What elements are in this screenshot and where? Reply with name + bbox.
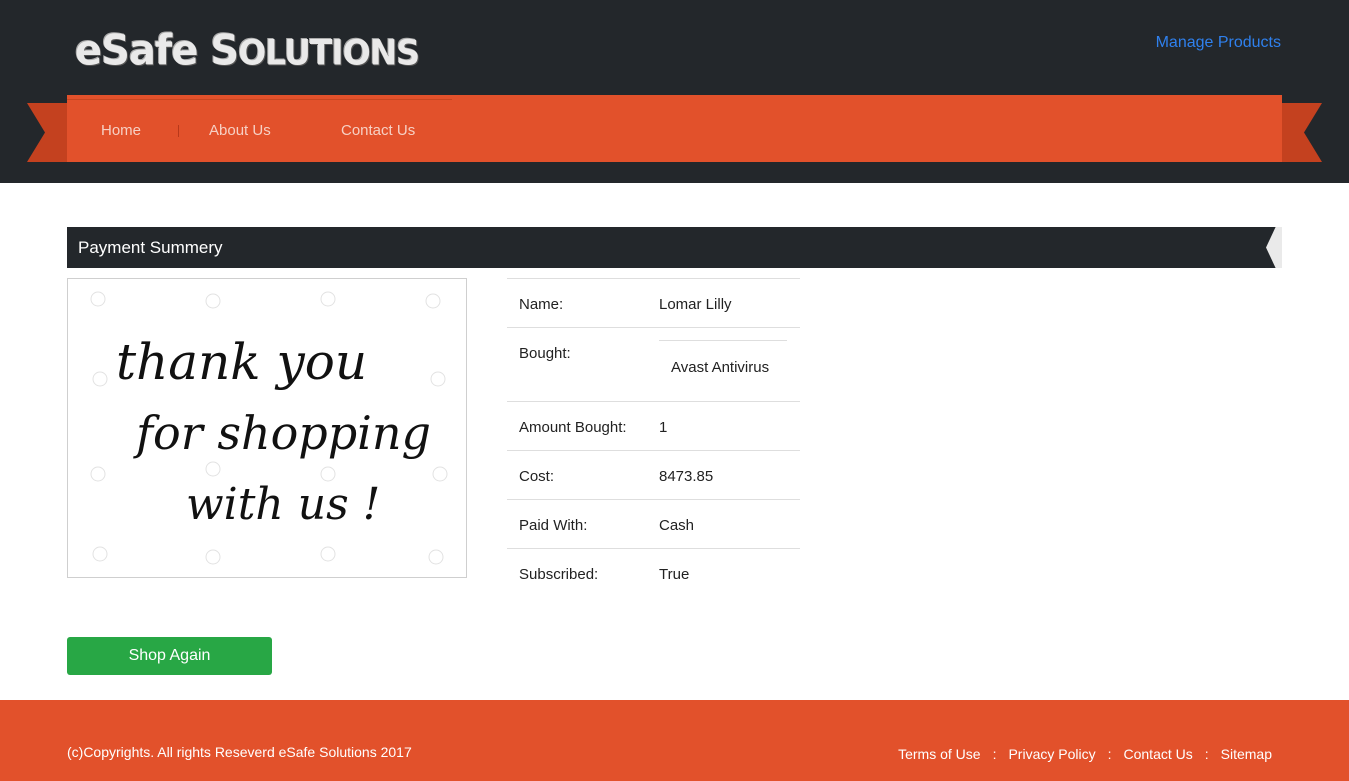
section-heading: Payment Summery: [67, 227, 1282, 268]
heading-notch: [1266, 227, 1282, 268]
manage-products-link[interactable]: Manage Products: [1156, 34, 1281, 52]
site-header: eSafe SOLUTIONS Manage Products Home Abo…: [0, 0, 1349, 183]
detail-label: Cost:: [519, 468, 555, 485]
site-logo[interactable]: eSafe SOLUTIONS: [75, 27, 420, 75]
footer-separator: :: [1107, 746, 1112, 762]
thank-you-illustration: thank you for shopping with us !: [90, 291, 448, 565]
payment-details-table: Name: Lomar Lilly Bought: Avast Antiviru…: [507, 278, 800, 597]
thank-you-image: thank you for shopping with us !: [67, 278, 467, 578]
bought-items-list: Avast Antivirus: [659, 340, 787, 401]
footer-separator: :: [1204, 746, 1209, 762]
detail-label: Name:: [519, 296, 564, 313]
detail-label: Subscribed:: [519, 566, 599, 583]
ribbon-tail-left: [27, 103, 67, 162]
detail-value: Cash: [659, 517, 695, 534]
nav-item-contact-us[interactable]: Contact Us: [341, 122, 415, 139]
detail-row-paid-with: Paid With: Cash: [507, 499, 800, 548]
detail-row-cost: Cost: 8473.85: [507, 450, 800, 499]
footer-links: Terms of Use: Privacy Policy: Contact Us: S…: [898, 746, 1272, 762]
shop-again-button[interactable]: Shop Again: [67, 637, 272, 675]
detail-label: Amount Bought:: [519, 419, 627, 436]
page-title: Payment Summery: [78, 238, 223, 257]
detail-label: Bought:: [519, 345, 571, 362]
footer-link-privacy[interactable]: Privacy Policy: [1008, 746, 1095, 762]
detail-row-subscribed: Subscribed: True: [507, 548, 800, 597]
nav-separator: [178, 125, 179, 137]
footer-separator: :: [992, 746, 997, 762]
nav-item-home[interactable]: Home: [101, 122, 141, 139]
thanks-line-3: with us !: [186, 479, 380, 530]
ribbon-divider: [67, 99, 452, 100]
nav-item-about-us[interactable]: About Us: [209, 122, 271, 139]
detail-label: Paid With:: [519, 517, 588, 534]
main-nav: Home About Us Contact Us: [67, 95, 1282, 162]
footer-link-sitemap[interactable]: Sitemap: [1221, 746, 1272, 762]
detail-row-name: Name: Lomar Lilly: [507, 278, 800, 327]
bought-item: Avast Antivirus: [671, 359, 770, 376]
detail-value: 8473.85: [659, 468, 714, 485]
detail-row-amount: Amount Bought: 1: [507, 401, 800, 450]
copyright-text: (c)Copyrights. All rights Reseverd eSafe…: [67, 744, 412, 760]
footer-link-contact[interactable]: Contact Us: [1124, 746, 1193, 762]
site-footer: (c)Copyrights. All rights Reseverd eSafe…: [0, 700, 1349, 781]
detail-value: Lomar Lilly: [659, 296, 732, 313]
thanks-line-2: for shopping: [133, 406, 431, 460]
footer-link-terms[interactable]: Terms of Use: [898, 746, 980, 762]
thanks-line-1: thank you: [116, 333, 367, 391]
ribbon-tail-right: [1282, 103, 1322, 162]
detail-value: True: [659, 566, 690, 583]
detail-row-bought: Bought: Avast Antivirus: [507, 327, 800, 401]
detail-value: 1: [659, 419, 668, 436]
